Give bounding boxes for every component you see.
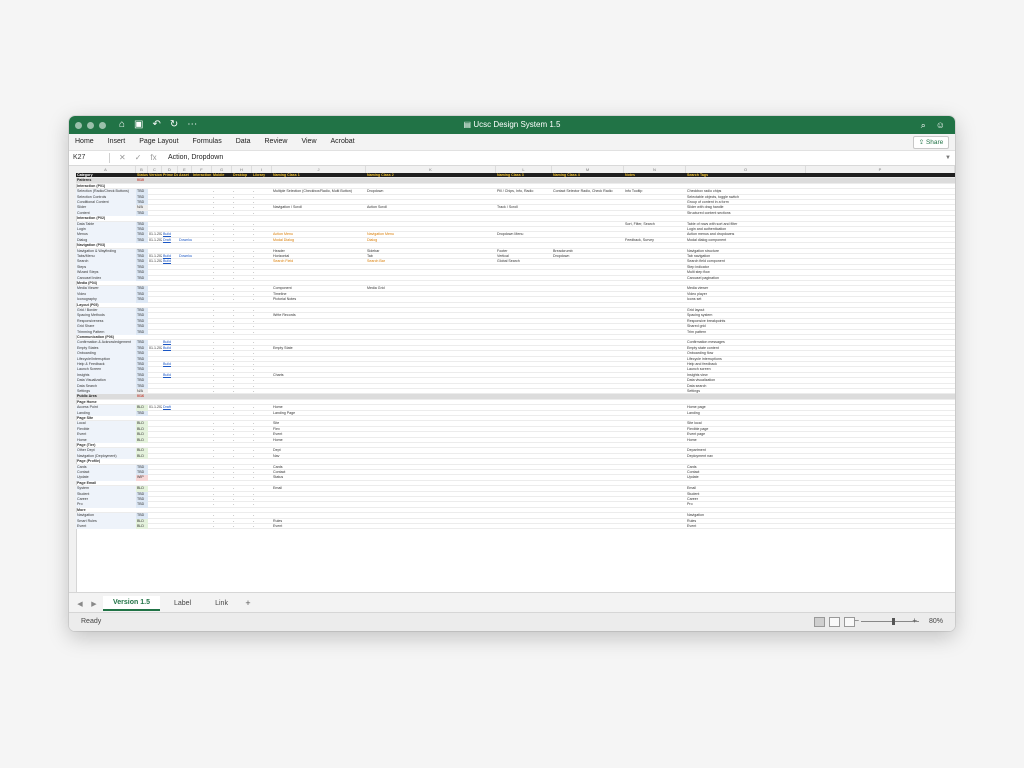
share-button[interactable]: ⇪ Share: [913, 136, 949, 149]
table-row: Event BLD - - - Event Event: [76, 524, 955, 530]
status-bar: Ready − + 80%: [69, 612, 955, 631]
table-cell[interactable]: BLD: [136, 524, 148, 530]
column-header[interactable]: I: [252, 166, 272, 173]
status-ready: Ready: [81, 618, 102, 625]
column-header[interactable]: M: [552, 166, 624, 173]
column-header[interactable]: D: [162, 166, 178, 173]
table-cell[interactable]: [148, 524, 162, 529]
excel-window: ⌂ ▣ ↶ ↻ ⋯ ▤ Ucsc Design System 1.5 ⌕ ☺ H…: [69, 116, 955, 631]
spreadsheet-grid[interactable]: ABCDEFGHIJKLMNOP Category Status Version Pr…: [69, 166, 955, 593]
formula-bar: K27 ✕ ✓ fx Action, Dropdown ▼: [69, 151, 955, 166]
sheet-tab-link[interactable]: Link: [205, 597, 238, 610]
ribbon-tabs: Home Insert Page Layout Formulas Data Re…: [75, 137, 355, 147]
tab-page-layout[interactable]: Page Layout: [139, 137, 178, 147]
column-header[interactable]: J: [272, 166, 366, 173]
column-header[interactable]: F: [192, 166, 212, 173]
table-cell[interactable]: [178, 524, 192, 529]
zoom-slider[interactable]: [861, 621, 919, 622]
tab-review[interactable]: Review: [265, 137, 288, 147]
column-header[interactable]: O: [686, 166, 806, 173]
fx-icon[interactable]: fx: [150, 152, 156, 164]
column-header[interactable]: K: [366, 166, 496, 173]
table-cell[interactable]: [192, 524, 212, 529]
window-title: ▤ Ucsc Design System 1.5: [463, 120, 561, 129]
tab-data[interactable]: Data: [236, 137, 251, 147]
table-cell[interactable]: -: [232, 524, 252, 529]
tab-view[interactable]: View: [301, 137, 316, 147]
search-icon[interactable]: ⌕: [921, 118, 926, 132]
column-header[interactable]: N: [624, 166, 686, 173]
table-cell[interactable]: [496, 524, 552, 529]
table-cell[interactable]: [624, 524, 686, 529]
table-cell[interactable]: Event: [76, 524, 136, 530]
column-header[interactable]: A: [76, 166, 136, 173]
title-bar-right: ⌕ ☺: [921, 118, 945, 132]
document-icon: ▤: [463, 120, 472, 129]
add-sheet-button[interactable]: +: [242, 597, 254, 610]
tab-home[interactable]: Home: [75, 137, 94, 147]
column-header[interactable]: B: [136, 166, 148, 173]
sheet-tab-version[interactable]: Version 1.5: [103, 596, 160, 611]
zoom-level: 80%: [928, 618, 943, 625]
ribbon: Home Insert Page Layout Formulas Data Re…: [69, 134, 955, 151]
column-header[interactable]: L: [496, 166, 552, 173]
column-header[interactable]: G: [212, 166, 232, 173]
table-cell[interactable]: [162, 524, 178, 529]
cancel-icon[interactable]: ✕: [119, 152, 126, 164]
prev-sheet-icon[interactable]: ◀: [75, 600, 85, 608]
table-cell[interactable]: [366, 524, 496, 529]
table-cell[interactable]: -: [252, 524, 272, 529]
column-header[interactable]: C: [148, 166, 162, 173]
column-header[interactable]: H: [232, 166, 252, 173]
zoom-in-icon[interactable]: +: [912, 616, 917, 626]
formula-input[interactable]: Action, Dropdown: [168, 153, 223, 163]
share-icon: ⇪: [918, 139, 925, 146]
sheet-rows: CategoryStatusVersionPrime DocAssetInter…: [76, 173, 955, 593]
zoom-slider-handle[interactable]: [892, 618, 895, 625]
tab-formulas[interactable]: Formulas: [193, 137, 222, 147]
title-bar: ⌂ ▣ ↶ ↻ ⋯ ▤ Ucsc Design System 1.5 ⌕ ☺: [69, 116, 955, 134]
sheet-tab-bar: ◀ ▶ Version 1.5 Label Link +: [69, 592, 955, 613]
column-header[interactable]: P: [806, 166, 955, 173]
name-box[interactable]: K27: [73, 153, 110, 163]
tab-acrobat[interactable]: Acrobat: [331, 137, 355, 147]
view-buttons: [814, 617, 855, 627]
table-cell[interactable]: [552, 524, 624, 529]
chevron-down-icon[interactable]: ▼: [945, 153, 951, 163]
page-layout-view-button[interactable]: [829, 617, 840, 627]
table-cell[interactable]: -: [212, 524, 232, 529]
normal-view-button[interactable]: [814, 617, 825, 627]
collaborate-icon[interactable]: ☺: [936, 118, 945, 132]
zoom-out-icon[interactable]: −: [854, 616, 859, 626]
next-sheet-icon[interactable]: ▶: [89, 600, 99, 608]
tab-insert[interactable]: Insert: [108, 137, 126, 147]
confirm-icon[interactable]: ✓: [135, 152, 142, 164]
table-cell[interactable]: Event: [272, 524, 366, 529]
sheet-tab-label[interactable]: Label: [164, 597, 201, 610]
table-cell[interactable]: Event: [686, 524, 806, 529]
formula-controls: ✕ ✓ fx: [119, 152, 157, 164]
column-header[interactable]: E: [178, 166, 192, 173]
sheet-tabs: ◀ ▶ Version 1.5 Label Link +: [75, 596, 254, 611]
